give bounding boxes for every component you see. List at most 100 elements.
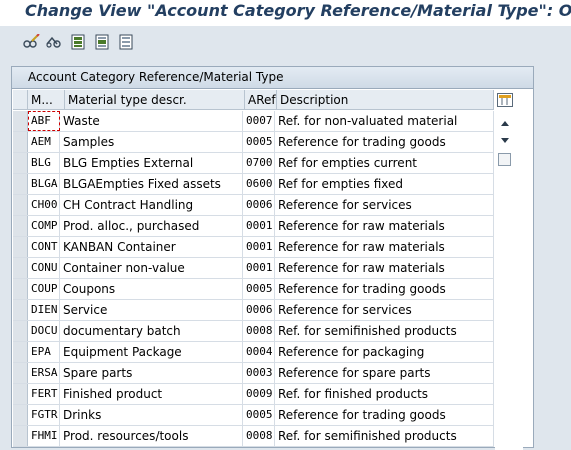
cell-material-type[interactable]: DIEN	[28, 300, 60, 320]
cell-material-type-descr[interactable]: Prod. resources/tools	[60, 426, 243, 446]
table-row[interactable]: ERSA Spare parts 0003 Reference for spare p…	[13, 363, 494, 384]
cell-material-type-descr[interactable]: BLG Empties External	[60, 153, 243, 173]
row-selector[interactable]	[13, 216, 28, 236]
cell-material-type[interactable]: DOCU	[28, 321, 60, 341]
table-row[interactable]: CONT KANBAN Container 0001 Reference for ra…	[13, 237, 494, 258]
row-selector[interactable]	[13, 384, 28, 404]
cell-aref[interactable]: 0008	[243, 426, 275, 446]
cell-material-type-descr[interactable]: Container non-value	[60, 258, 243, 278]
cell-aref[interactable]: 0001	[243, 237, 275, 257]
cell-description[interactable]: Reference for packaging	[275, 342, 494, 362]
cell-material-type[interactable]: BLG	[28, 153, 60, 173]
cell-description[interactable]: Reference for raw materials	[275, 258, 494, 278]
cell-material-type-descr[interactable]: Equipment Package	[60, 342, 243, 362]
table-row[interactable]: DIEN Service 0006 Reference for services	[13, 300, 494, 321]
cell-material-type[interactable]: FHMI	[28, 426, 60, 446]
select-block-icon[interactable]	[92, 33, 112, 51]
cell-description[interactable]: Reference for services	[275, 195, 494, 215]
cell-aref[interactable]: 0007	[243, 111, 275, 131]
select-all-rows-header[interactable]	[13, 90, 28, 110]
row-selector[interactable]	[13, 174, 28, 194]
cell-material-type[interactable]: COMP	[28, 216, 60, 236]
cell-material-type[interactable]: BLGA	[28, 174, 60, 194]
cell-material-type-descr[interactable]: BLGAEmpties Fixed assets	[60, 174, 243, 194]
deselect-all-icon[interactable]	[116, 33, 136, 51]
vertical-scrollbar[interactable]	[495, 90, 523, 450]
row-selector[interactable]	[13, 363, 28, 383]
column-settings-icon[interactable]	[495, 92, 515, 108]
table-row[interactable]: ABF Waste 0007 Ref. for non-valuated materi…	[13, 111, 494, 132]
row-selector[interactable]	[13, 426, 28, 446]
table-row[interactable]: FHMI Prod. resources/tools 0008 Ref. for se…	[13, 426, 494, 447]
row-selector[interactable]	[13, 237, 28, 257]
cell-aref[interactable]: 0005	[243, 405, 275, 425]
cell-description[interactable]: Ref for empties current	[275, 153, 494, 173]
table-row[interactable]: BLG BLG Empties External 0700 Ref for empti…	[13, 153, 494, 174]
cell-material-type-descr[interactable]: Drinks	[60, 405, 243, 425]
row-selector[interactable]	[13, 342, 28, 362]
column-header-description[interactable]: Description	[277, 90, 494, 110]
cell-aref[interactable]: 0005	[243, 279, 275, 299]
cell-material-type[interactable]: FERT	[28, 384, 60, 404]
row-selector[interactable]	[13, 153, 28, 173]
cell-material-type-descr[interactable]: KANBAN Container	[60, 237, 243, 257]
cell-description[interactable]: Ref. for semifinished products	[275, 426, 494, 446]
table-row[interactable]: EPA Equipment Package 0004 Reference for pa…	[13, 342, 494, 363]
cell-aref[interactable]: 0001	[243, 258, 275, 278]
glasses-pencil-icon[interactable]	[21, 33, 41, 51]
scroll-thumb[interactable]	[495, 152, 515, 168]
cell-material-type-descr[interactable]: documentary batch	[60, 321, 243, 341]
cell-aref[interactable]: 0009	[243, 384, 275, 404]
cell-description[interactable]: Reference for spare parts	[275, 363, 494, 383]
cell-material-type-descr[interactable]: Finished product	[60, 384, 243, 404]
table-row[interactable]: COMP Prod. alloc., purchased 0001 Reference…	[13, 216, 494, 237]
column-header-material-type[interactable]: M...	[28, 90, 65, 110]
cell-description[interactable]: Reference for trading goods	[275, 405, 494, 425]
table-row[interactable]: CH00 CH Contract Handling 0006 Reference fo…	[13, 195, 494, 216]
column-header-aref[interactable]: ARef	[245, 90, 277, 110]
table-row[interactable]: FGTR Drinks 0005 Reference for trading good…	[13, 405, 494, 426]
scroll-up-icon[interactable]	[495, 115, 515, 131]
table-row[interactable]: BLGA BLGAEmpties Fixed assets 0600 Ref for …	[13, 174, 494, 195]
cell-material-type-descr[interactable]: Service	[60, 300, 243, 320]
table-row[interactable]: FERT Finished product 0009 Ref. for finishe…	[13, 384, 494, 405]
table-row[interactable]: COUP Coupons 0005 Reference for trading goo…	[13, 279, 494, 300]
row-selector[interactable]	[13, 321, 28, 341]
scroll-down-icon[interactable]	[495, 133, 515, 149]
cell-aref[interactable]: 0001	[243, 216, 275, 236]
display-change-icon[interactable]	[44, 33, 64, 51]
cell-material-type-descr[interactable]: Prod. alloc., purchased	[60, 216, 243, 236]
cell-material-type[interactable]: EPA	[28, 342, 60, 362]
cell-material-type-descr[interactable]: Waste	[60, 111, 243, 131]
row-selector[interactable]	[13, 111, 28, 131]
table-row[interactable]: CONU Container non-value 0001 Reference for…	[13, 258, 494, 279]
cell-material-type-descr[interactable]: Coupons	[60, 279, 243, 299]
cell-material-type-descr[interactable]: CH Contract Handling	[60, 195, 243, 215]
cell-material-type[interactable]: CONU	[28, 258, 60, 278]
row-selector[interactable]	[13, 300, 28, 320]
row-selector[interactable]	[13, 405, 28, 425]
cell-aref[interactable]: 0003	[243, 363, 275, 383]
cell-aref[interactable]: 0700	[243, 153, 275, 173]
column-header-material-type-descr[interactable]: Material type descr.	[65, 90, 245, 110]
cell-material-type[interactable]: ABF	[28, 111, 60, 131]
cell-material-type[interactable]: CONT	[28, 237, 60, 257]
cell-aref[interactable]: 0600	[243, 174, 275, 194]
cell-aref[interactable]: 0006	[243, 195, 275, 215]
cell-description[interactable]: Ref. for semifinished products	[275, 321, 494, 341]
cell-aref[interactable]: 0006	[243, 300, 275, 320]
cell-material-type[interactable]: COUP	[28, 279, 60, 299]
cell-material-type-descr[interactable]: Samples	[60, 132, 243, 152]
cell-description[interactable]: Ref. for non-valuated material	[275, 111, 494, 131]
cell-description[interactable]: Ref. for finished products	[275, 384, 494, 404]
cell-aref[interactable]: 0004	[243, 342, 275, 362]
row-selector[interactable]	[13, 258, 28, 278]
cell-description[interactable]: Reference for raw materials	[275, 237, 494, 257]
cell-material-type[interactable]: FGTR	[28, 405, 60, 425]
table-row[interactable]: AEM Samples 0005 Reference for trading good…	[13, 132, 494, 153]
cell-material-type[interactable]: CH00	[28, 195, 60, 215]
cell-aref[interactable]: 0005	[243, 132, 275, 152]
cell-material-type[interactable]: AEM	[28, 132, 60, 152]
cell-description[interactable]: Reference for trading goods	[275, 132, 494, 152]
cell-description[interactable]: Reference for raw materials	[275, 216, 494, 236]
